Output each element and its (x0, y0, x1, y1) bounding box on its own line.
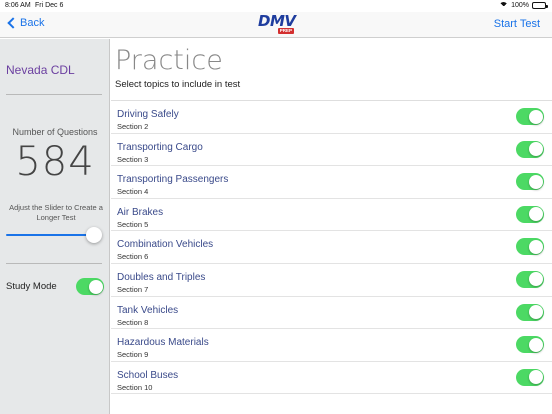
topic-row: Hazardous Materials Section 9 (111, 329, 552, 362)
topic-row: Combination Vehicles Section 6 (111, 231, 552, 264)
questions-count: 584 (15, 139, 95, 185)
sidebar-divider (6, 263, 102, 264)
navigation-bar: Back DMV PREP Start Test (0, 12, 552, 38)
topic-row: Transporting Cargo Section 3 (111, 134, 552, 167)
topic-name: School Buses (117, 369, 179, 381)
topic-section: Section 4 (117, 187, 149, 197)
topic-section: Section 2 (117, 122, 149, 131)
topic-section: Section 9 (117, 350, 149, 360)
status-indicators: 100% (499, 2, 548, 9)
topic-row: Driving Safely Section 2 (111, 101, 552, 134)
topic-row: Tank Vehicles Section 8 (111, 297, 552, 330)
topic-section: Section 6 (117, 252, 149, 262)
questions-label: Number of Questions (12, 127, 98, 137)
back-button[interactable]: Back (6, 17, 44, 29)
start-test-button[interactable]: Start Test (494, 18, 540, 30)
topic-section: Section 7 (117, 284, 149, 294)
toggle-knob (528, 239, 543, 254)
toggle-knob (528, 142, 543, 157)
topic-name: Transporting Cargo (117, 141, 203, 153)
topic-name: Combination Vehicles (117, 239, 214, 251)
topic-toggle[interactable] (516, 205, 544, 223)
toggle-knob (528, 337, 543, 352)
chevron-left-icon (7, 17, 19, 29)
toggle-knob (528, 109, 543, 124)
study-mode-toggle[interactable] (76, 278, 104, 295)
battery-icon (532, 2, 548, 9)
topic-name: Hazardous Materials (117, 337, 209, 349)
toggle-knob (528, 174, 543, 189)
slider-hint: Adjust the Slider to Create a Longer Tes… (9, 203, 103, 222)
topic-toggle[interactable] (516, 368, 544, 386)
topic-name: Driving Safely (117, 109, 179, 120)
status-bar: 8:06 AM Fri Dec 6 100% (0, 0, 552, 12)
topic-toggle[interactable] (516, 336, 544, 354)
battery-percent: 100% (511, 2, 529, 9)
topic-row: Transporting Passengers Section 4 (111, 166, 552, 199)
topic-name: Doubles and Triples (117, 271, 206, 283)
status-time: 8:06 AM (5, 2, 31, 9)
topic-section: Section 3 (117, 154, 149, 164)
logo-badge: PREP (277, 28, 294, 34)
topic-section: Section 5 (117, 219, 149, 229)
wifi-icon (499, 2, 509, 9)
topic-name: Air Brakes (117, 206, 164, 218)
topic-row: School Buses Section 10 (111, 362, 552, 395)
main-panel: Practice Select topics to include in tes… (111, 39, 552, 414)
topic-list: Driving Safely Section 2 Transporting Carg… (111, 100, 552, 395)
dmv-logo: DMV PREP (258, 13, 296, 37)
topic-row: Air Brakes Section 5 (111, 199, 552, 232)
back-label: Back (20, 17, 45, 29)
topic-row: Doubles and Triples Section 7 (111, 264, 552, 297)
topic-toggle[interactable] (516, 303, 544, 321)
topic-toggle[interactable] (516, 173, 544, 191)
toggle-knob (528, 370, 543, 385)
page-subtitle: Select topics to include in test (115, 79, 241, 90)
topic-toggle[interactable] (516, 140, 544, 158)
sidebar-divider (6, 94, 102, 95)
sidebar-title: Nevada CDL (6, 63, 75, 77)
page-title: Practice (115, 45, 223, 76)
topic-section: Section 10 (117, 382, 153, 392)
topic-toggle[interactable] (516, 238, 544, 256)
topic-name: Transporting Passengers (117, 174, 229, 186)
toggle-knob (528, 207, 543, 222)
toggle-knob (528, 272, 543, 287)
study-mode-label: Study Mode (6, 281, 57, 292)
slider-track (6, 234, 94, 236)
status-date: Fri Dec 6 (35, 2, 64, 9)
question-count-slider[interactable] (6, 227, 102, 243)
topic-section: Section 8 (117, 317, 149, 327)
topic-name: Tank Vehicles (117, 304, 179, 316)
topic-toggle[interactable] (516, 108, 544, 125)
topic-toggle[interactable] (516, 270, 544, 288)
toggle-knob (88, 279, 103, 294)
sidebar: Nevada CDL Number of Questions 584 Adjus… (0, 39, 110, 414)
toggle-knob (528, 305, 543, 320)
slider-thumb[interactable] (86, 227, 102, 243)
